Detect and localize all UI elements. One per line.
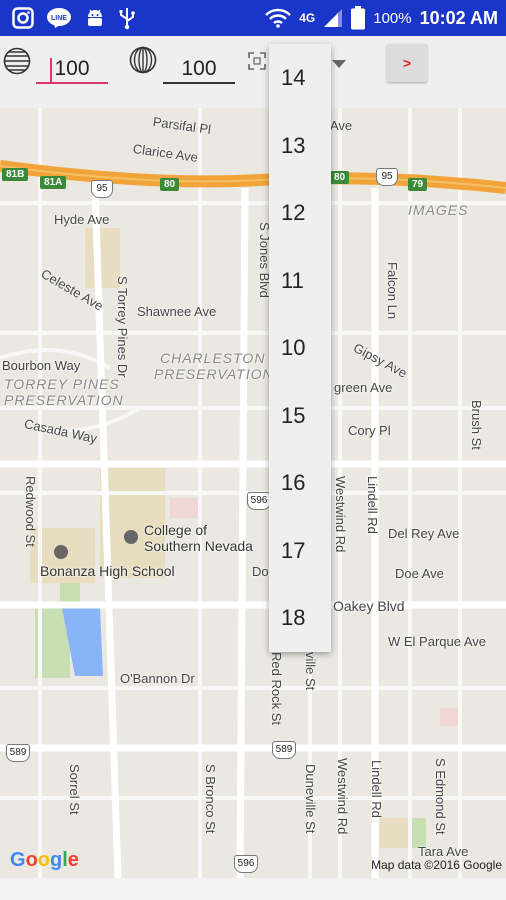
place-label: IMAGES <box>408 202 469 218</box>
street-label: Lindell Rd <box>365 476 380 534</box>
zoom-option[interactable]: 15 <box>269 382 331 450</box>
route-shield: 596 <box>234 855 258 873</box>
street-label: Red Rock St <box>269 652 284 725</box>
zoom-option[interactable]: 18 <box>269 584 331 652</box>
exit-shield: 80 <box>330 171 350 184</box>
street-label: Redwood St <box>23 476 38 547</box>
map-attribution: Map data ©2016 Google <box>371 858 502 872</box>
place-label: PRESERVATION <box>154 366 274 382</box>
school-icon <box>124 530 138 544</box>
android-icon <box>84 7 106 29</box>
place-label: Southern Nevada <box>144 538 253 554</box>
street-label: Duneville St <box>303 764 318 834</box>
line-icon: LINE <box>46 7 72 29</box>
clock: 10:02 AM <box>419 7 498 28</box>
street-label: Sorrel St <box>67 764 82 815</box>
street-label: Doe Ave <box>395 566 444 581</box>
notification-icons: LINE <box>12 6 136 30</box>
latitude-field[interactable]: 100 <box>36 54 108 84</box>
street-label: O'Bannon Dr <box>120 671 195 686</box>
street-label: Ave <box>330 118 353 133</box>
street-label: Oakey Blvd <box>333 598 405 614</box>
zoom-frame-icon <box>248 52 266 75</box>
street-label: Cory Pl <box>348 423 391 438</box>
coordinate-toolbar: 100 100 > <box>0 36 506 108</box>
street-label: Tara Ave <box>418 844 469 859</box>
street-label: S Edmond St <box>433 758 448 835</box>
street-label: Bourbon Way <box>2 358 81 373</box>
street-label: Hyde Ave <box>54 212 110 227</box>
google-logo: Google <box>10 849 79 871</box>
line-text: LINE <box>51 15 67 22</box>
battery-percent: 100% <box>373 9 412 27</box>
zoom-option[interactable]: 14 <box>269 44 331 112</box>
place-label: CHARLESTON <box>160 350 266 366</box>
street-label: Shawnee Ave <box>137 304 217 319</box>
longitude-value: 100 <box>181 57 217 80</box>
zoom-option[interactable]: 10 <box>269 314 331 382</box>
zoom-level-dropdown: 14 13 12 11 10 15 16 17 18 <box>269 44 331 652</box>
exit-shield: 81A <box>40 176 67 189</box>
route-shield: 589 <box>6 744 30 762</box>
text-cursor <box>50 58 52 82</box>
signal-icon <box>323 8 343 28</box>
usb-icon <box>118 6 136 30</box>
route-shield: 596 <box>247 492 271 510</box>
dropdown-arrow-icon[interactable] <box>332 60 346 68</box>
place-label: TORREY PINES <box>4 376 120 392</box>
street-label: S Torrey Pines Dr <box>115 276 130 378</box>
school-icon <box>54 545 68 559</box>
street-label: Brush St <box>469 400 484 450</box>
status-bar: LINE 4G 100% 10:02 AM <box>0 0 506 36</box>
zoom-option[interactable]: 13 <box>269 112 331 180</box>
street-label: Westwind Rd <box>335 758 350 835</box>
street-label: green Ave <box>334 380 393 395</box>
zoom-option[interactable]: 11 <box>269 247 331 315</box>
go-button[interactable]: > <box>387 44 427 82</box>
street-label: Falcon Ln <box>385 262 400 320</box>
wifi-icon <box>265 8 292 28</box>
network-type: 4G <box>299 11 316 25</box>
street-label: W El Parque Ave <box>388 634 487 649</box>
street-label: Westwind Rd <box>333 476 348 553</box>
latitude-value: 100 <box>54 57 90 80</box>
battery-icon <box>351 6 366 30</box>
interstate-shield: 95 <box>91 180 113 198</box>
street-label: Del Rey Ave <box>388 526 460 541</box>
latitude-globe-icon <box>2 46 32 81</box>
system-icons: 4G 100% 10:02 AM <box>265 6 498 30</box>
zoom-option[interactable]: 17 <box>269 517 331 585</box>
exit-shield: 80 <box>160 178 180 191</box>
interstate-shield: 95 <box>376 168 398 186</box>
place-label: Bonanza High School <box>40 563 175 579</box>
zoom-option[interactable]: 12 <box>269 179 331 247</box>
street-label: Lindell Rd <box>369 760 384 818</box>
map-view[interactable]: 81B 81A 80 80 79 95 95 596 589 589 596 P… <box>0 108 506 878</box>
exit-shield: 79 <box>408 178 428 191</box>
instagram-icon <box>12 7 34 29</box>
exit-shield: 81B <box>2 168 29 181</box>
longitude-field[interactable]: 100 <box>163 54 235 84</box>
longitude-globe-icon <box>128 45 158 80</box>
place-label: College of <box>144 522 208 538</box>
street-label: S Bronco St <box>203 764 218 834</box>
zoom-option[interactable]: 16 <box>269 449 331 517</box>
route-shield: 589 <box>272 741 296 759</box>
street-label: ville St <box>303 652 318 691</box>
place-label: PRESERVATION <box>4 392 124 408</box>
